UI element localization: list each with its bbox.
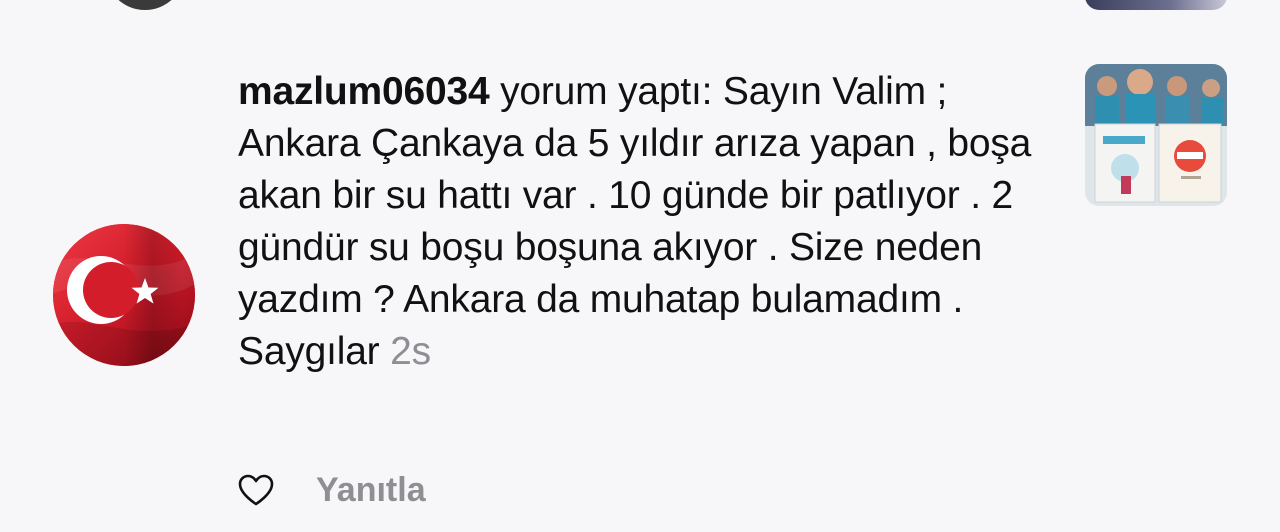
timestamp: 2s bbox=[390, 330, 431, 373]
like-heart-outline-icon bbox=[238, 474, 274, 506]
comment-actions: Yanıtla bbox=[236, 468, 426, 512]
post-thumbnail[interactable] bbox=[1085, 64, 1227, 206]
post-thumbnail-image bbox=[1085, 64, 1227, 206]
action-text: yorum yaptı: bbox=[489, 70, 723, 113]
comment-text: Sayın Valim ; Ankara Çankaya da 5 yıldır… bbox=[238, 70, 1032, 373]
reply-button[interactable]: Yanıtla bbox=[316, 471, 426, 510]
comment-body: mazlum06034 yorum yaptı: Sayın Valim ; A… bbox=[238, 66, 1038, 378]
turkish-flag-icon bbox=[53, 224, 195, 366]
username-link[interactable]: mazlum06034 bbox=[238, 70, 490, 113]
heart-icon[interactable] bbox=[236, 470, 276, 510]
user-avatar[interactable] bbox=[53, 224, 195, 366]
comment-notification: mazlum06034 yorum yaptı: Sayın Valim ; A… bbox=[0, 0, 1280, 532]
